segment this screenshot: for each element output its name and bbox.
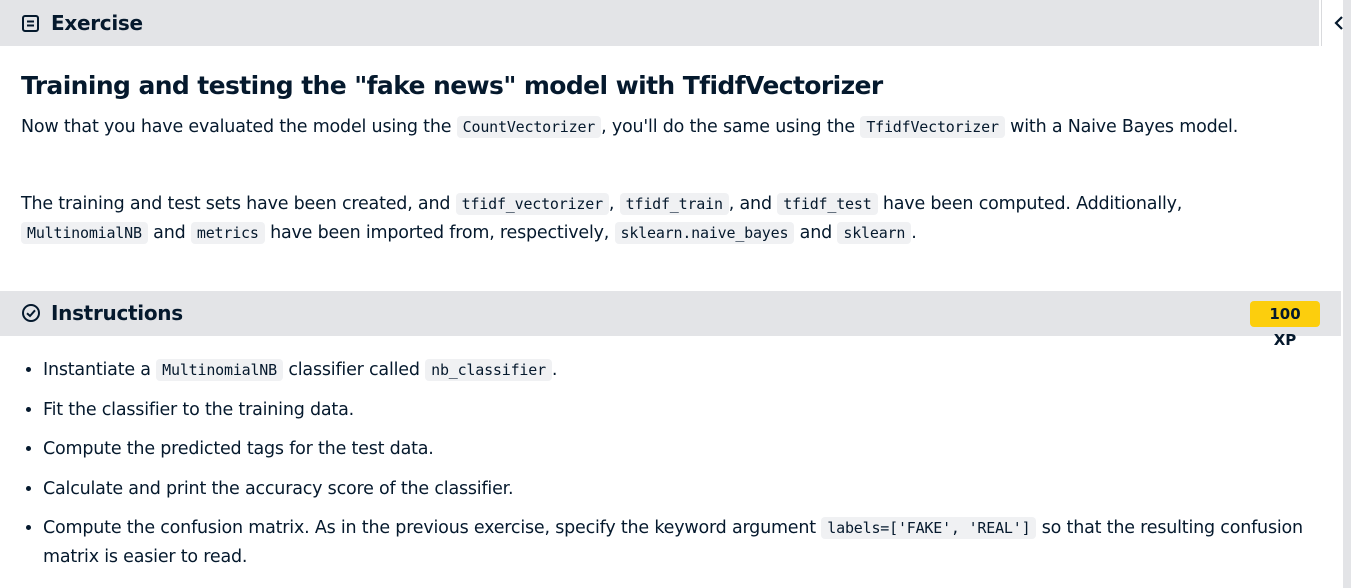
- text: with a Naive Bayes model.: [1004, 117, 1239, 137]
- inline-code: labels=['FAKE', 'REAL']: [821, 517, 1037, 539]
- text: ,: [608, 194, 620, 214]
- exercise-header-title: Exercise: [51, 11, 143, 35]
- inline-code: sklearn: [837, 222, 912, 244]
- instructions-title: Instructions: [51, 301, 183, 325]
- exercise-header: Exercise: [0, 0, 1319, 46]
- inline-code: nb_classifier: [425, 359, 552, 381]
- list-item: Fit the classifier to the training data.: [43, 396, 1333, 425]
- text: and: [147, 223, 191, 243]
- text: classifier called: [282, 360, 426, 380]
- collapse-panel-button[interactable]: [1321, 0, 1344, 46]
- inline-code: tfidf_vectorizer: [455, 193, 609, 215]
- exercise-context: The training and test sets have been cre…: [21, 190, 1311, 248]
- inline-code: TfidfVectorizer: [860, 116, 1005, 138]
- list-item: Calculate and print the accuracy score o…: [43, 475, 1333, 504]
- text: and: [794, 223, 838, 243]
- instructions-header: Instructions 100 XP: [0, 291, 1341, 349]
- inline-code: MultinomialNB: [156, 359, 283, 381]
- text: , and: [728, 194, 778, 214]
- text: Now that you have evaluated the model us…: [21, 117, 457, 137]
- inline-code: MultinomialNB: [21, 222, 148, 244]
- exercise-description: Now that you have evaluated the model us…: [21, 113, 1311, 142]
- text: .: [551, 360, 558, 380]
- text: have been computed. Additionally,: [877, 194, 1183, 214]
- inline-code: metrics: [190, 222, 265, 244]
- text: Compute the predicted tags for the test …: [43, 439, 434, 459]
- list-item: Compute the predicted tags for the test …: [43, 435, 1333, 464]
- text: Fit the classifier to the training data.: [43, 399, 354, 420]
- inline-code: tfidf_test: [777, 193, 878, 215]
- document-icon: [22, 15, 39, 32]
- text: Calculate and print the accuracy score o…: [43, 478, 514, 499]
- inline-code: CountVectorizer: [456, 116, 602, 138]
- text: Compute the confusion matrix. As in the …: [43, 518, 822, 538]
- text: .: [911, 223, 917, 243]
- instruction-list: Instantiate a MultinomialNB classifier c…: [21, 356, 1333, 572]
- text: Instantiate a: [43, 360, 157, 380]
- text: , you'll do the same using the: [601, 117, 861, 137]
- inline-code: tfidf_train: [619, 193, 729, 215]
- check-circle-icon: [22, 304, 40, 322]
- text: have been imported from, respectively,: [264, 223, 615, 243]
- panel-divider[interactable]: [1343, 0, 1351, 588]
- list-item: Compute the confusion matrix. As in the …: [43, 514, 1333, 572]
- list-item: Instantiate a MultinomialNB classifier c…: [43, 356, 1333, 385]
- inline-code: sklearn.naive_bayes: [614, 222, 795, 244]
- xp-badge: 100 XP: [1250, 301, 1320, 349]
- text: The training and test sets have been cre…: [21, 194, 456, 214]
- exercise-title: Training and testing the "fake news" mod…: [21, 71, 883, 100]
